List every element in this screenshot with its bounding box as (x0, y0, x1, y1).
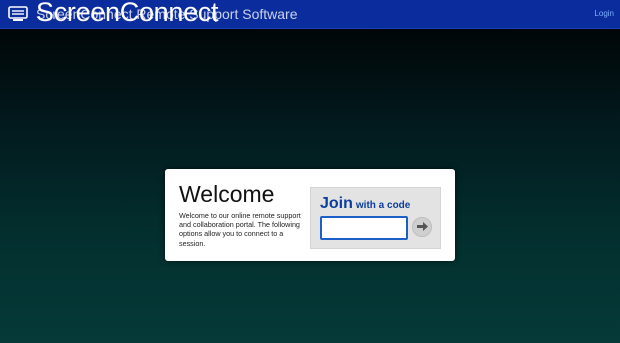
welcome-text: Welcome to our online remote support and… (179, 211, 301, 248)
code-input[interactable] (320, 216, 408, 240)
login-link[interactable]: Login (594, 9, 614, 19)
screenconnect-logo-icon (8, 6, 28, 22)
join-submit-button[interactable] (412, 217, 432, 237)
join-panel: Join with a code (310, 187, 441, 249)
join-heading-word: Join (320, 195, 353, 212)
app-title: ScreenConnect Remote Support Software (36, 6, 298, 22)
top-bar: ScreenConnect ScreenConnect Remote Suppo… (0, 0, 620, 29)
join-heading: Join with a code (320, 194, 410, 216)
welcome-card: Welcome Welcome to our online remote sup… (165, 169, 455, 261)
join-heading-sub: with a code (355, 200, 411, 211)
welcome-title: Welcome (179, 181, 275, 207)
arrow-right-icon (416, 218, 428, 236)
